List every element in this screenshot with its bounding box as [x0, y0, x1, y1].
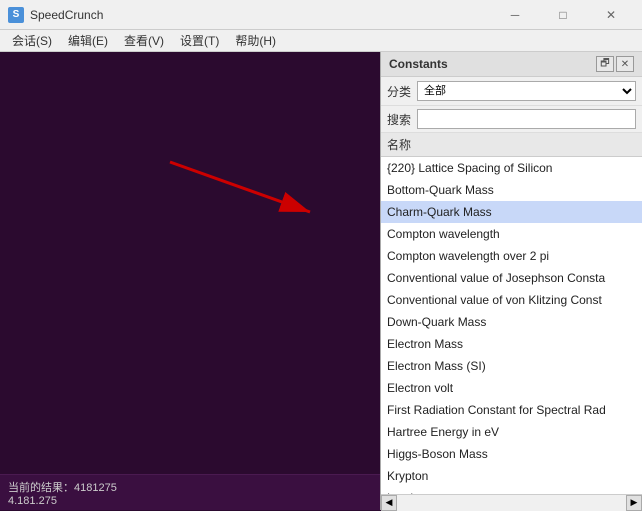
name-column-header: 名称 [387, 136, 411, 153]
column-header: 名称 [381, 133, 642, 157]
menu-item-t[interactable]: 设置(T) [172, 30, 227, 51]
list-item[interactable]: Bottom-Quark Mass [381, 179, 642, 201]
list-item[interactable]: Lanthanum [381, 487, 642, 494]
list-item[interactable]: Electron Mass [381, 333, 642, 355]
list-item[interactable]: First Radiation Constant for Spectral Ra… [381, 399, 642, 421]
constants-panel: Constants 🗗 ✕ 分类 全部 搜索 名称 {220} Lattice … [380, 52, 642, 510]
app-icon-letter: S [13, 9, 20, 20]
search-input[interactable] [417, 109, 636, 129]
result-label: 当前的结果：4181275 [8, 479, 372, 495]
menu-item-e[interactable]: 编辑(E) [60, 30, 116, 51]
list-item[interactable]: Compton wavelength [381, 223, 642, 245]
search-label: 搜索 [387, 111, 411, 128]
list-item[interactable]: Compton wavelength over 2 pi [381, 245, 642, 267]
menu-item-s[interactable]: 会话(S) [4, 30, 60, 51]
menubar: 会话(S)编辑(E)查看(V)设置(T)帮助(H) [0, 30, 642, 52]
menu-item-v[interactable]: 查看(V) [116, 30, 172, 51]
list-item[interactable]: {220} Lattice Spacing of Silicon [381, 157, 642, 179]
pointer-arrow [140, 152, 340, 232]
calculator-area[interactable]: 当前的结果：4181275 4.181.275 [0, 52, 380, 510]
main-area: 当前的结果：4181275 4.181.275 Constants 🗗 ✕ 分类… [0, 52, 642, 510]
list-item[interactable]: Conventional value of von Klitzing Const [381, 289, 642, 311]
scroll-left-button[interactable]: ◀ [381, 495, 397, 511]
horizontal-scrollbar[interactable]: ◀ ▶ [381, 494, 642, 510]
minimize-button[interactable]: ─ [492, 0, 538, 30]
filter-row: 分类 全部 [381, 77, 642, 106]
search-row: 搜索 [381, 106, 642, 133]
panel-restore-button[interactable]: 🗗 [596, 56, 614, 72]
titlebar: S SpeedCrunch ─ □ ✕ [0, 0, 642, 30]
panel-header: Constants 🗗 ✕ [381, 52, 642, 77]
list-item[interactable]: Conventional value of Josephson Consta [381, 267, 642, 289]
list-item[interactable]: Krypton [381, 465, 642, 487]
status-bar: 当前的结果：4181275 4.181.275 [0, 474, 380, 510]
constants-list[interactable]: {220} Lattice Spacing of SiliconBottom-Q… [381, 157, 642, 494]
list-item[interactable]: Hartree Energy in eV [381, 421, 642, 443]
panel-close-button[interactable]: ✕ [616, 56, 634, 72]
close-button[interactable]: ✕ [588, 0, 634, 30]
list-item[interactable]: Electron volt [381, 377, 642, 399]
app-icon: S [8, 7, 24, 23]
panel-title: Constants [389, 57, 448, 71]
result-value: 4.181.275 [8, 495, 372, 507]
list-item[interactable]: Electron Mass (SI) [381, 355, 642, 377]
filter-label: 分类 [387, 83, 411, 100]
window-controls: ─ □ ✕ [492, 0, 634, 30]
menu-item-h[interactable]: 帮助(H) [227, 30, 284, 51]
panel-window-controls: 🗗 ✕ [596, 56, 634, 72]
category-select[interactable]: 全部 [417, 81, 636, 101]
maximize-button[interactable]: □ [540, 0, 586, 30]
list-item[interactable]: Higgs-Boson Mass [381, 443, 642, 465]
list-item[interactable]: Down-Quark Mass [381, 311, 642, 333]
scroll-right-button[interactable]: ▶ [626, 495, 642, 511]
list-item[interactable]: Charm-Quark Mass [381, 201, 642, 223]
scroll-track [397, 495, 626, 511]
window-title: SpeedCrunch [30, 8, 492, 22]
